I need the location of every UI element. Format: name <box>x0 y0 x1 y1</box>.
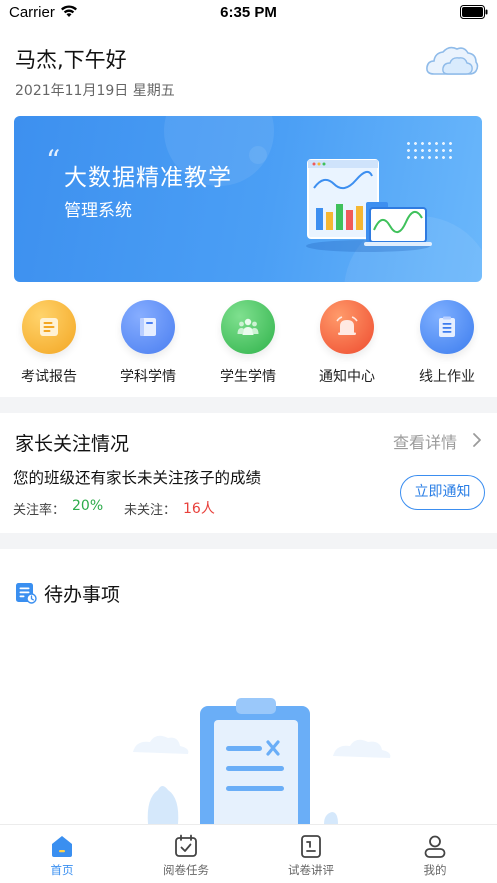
quick-action-notify-center[interactable]: 通知中心 <box>307 300 387 390</box>
tab-label: 试卷讲评 <box>288 863 334 877</box>
parent-message: 您的班级还有家长未关注孩子的成绩 <box>13 469 262 487</box>
section-divider <box>0 533 497 549</box>
tab-label: 首页 <box>50 863 74 877</box>
greeting-title: 马杰,下午好 <box>15 48 127 72</box>
quick-action-subject[interactable]: 学科学情 <box>108 300 188 390</box>
quick-action-label: 学科学情 <box>120 369 176 385</box>
view-details-link[interactable]: 查看详情 <box>393 429 457 453</box>
unfollowed-label: 未关注： <box>124 503 177 518</box>
quick-action-exam-report[interactable]: 考试报告 <box>9 300 89 390</box>
tab-home[interactable]: 首页 <box>22 833 102 883</box>
quick-action-label: 线上作业 <box>419 369 475 385</box>
tab-grading-tasks[interactable]: 阅卷任务 <box>146 833 226 883</box>
tab-label: 阅卷任务 <box>163 863 209 877</box>
online-homework-icon <box>420 300 474 354</box>
status-bar: Carrier 6:35 PM <box>0 0 497 26</box>
home-icon <box>52 836 72 857</box>
banner-subtitle: 管理系统 <box>64 201 132 221</box>
students-group-icon <box>221 300 275 354</box>
notify-now-button[interactable]: 立即通知 <box>400 475 485 510</box>
subject-book-icon <box>121 300 175 354</box>
tab-label: 我的 <box>423 863 447 877</box>
notification-bell-icon <box>320 300 374 354</box>
quick-action-students[interactable]: 学生学情 <box>208 300 288 390</box>
clock-time: 6:35 PM <box>220 4 277 21</box>
chevron-right-icon[interactable] <box>471 432 483 448</box>
section-divider <box>0 397 497 413</box>
quick-action-label: 考试报告 <box>21 369 77 385</box>
calendar-check-icon <box>175 834 197 857</box>
user-profile-icon <box>424 835 446 858</box>
banner-title: 大数据精准教学 <box>64 165 232 191</box>
date-text: 2021年11月19日 星期五 <box>15 83 175 99</box>
parent-section-title: 家长关注情况 <box>15 433 130 455</box>
todo-list-icon <box>16 583 37 604</box>
quick-action-online-homework[interactable]: 线上作业 <box>407 300 487 390</box>
bottom-tab-bar: 首页 阅卷任务 试卷讲评 我的 <box>0 824 497 883</box>
quick-action-label: 通知中心 <box>319 369 375 385</box>
tab-profile[interactable]: 我的 <box>395 833 475 883</box>
battery-icon <box>460 5 488 19</box>
exam-report-icon <box>22 300 76 354</box>
dashboard-illustration-icon <box>306 159 432 252</box>
follow-rate-label: 关注率： <box>13 503 66 518</box>
empty-clipboard-illustration-icon <box>133 698 391 824</box>
todo-section-title: 待办事项 <box>44 584 121 606</box>
follow-rate-value: 20% <box>72 498 104 514</box>
quick-action-label: 学生学情 <box>220 369 276 385</box>
banner-quote-mark: “ <box>46 144 61 177</box>
paper-review-icon <box>301 835 321 858</box>
cloud-weather-icon <box>426 46 479 75</box>
unfollowed-count: 16人 <box>183 501 215 517</box>
tab-paper-review[interactable]: 试卷讲评 <box>271 833 351 883</box>
